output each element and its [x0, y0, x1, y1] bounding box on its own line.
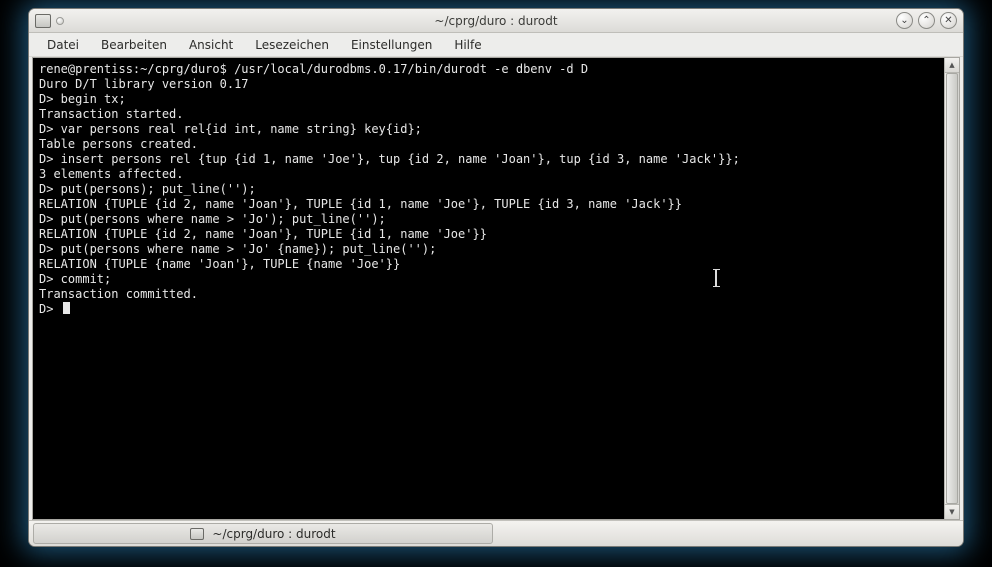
- menubar: Datei Bearbeiten Ansicht Lesezeichen Ein…: [29, 33, 963, 57]
- terminal-window: ~/cprg/duro : durodt ⌄ ⌃ ✕ Datei Bearbei…: [28, 8, 964, 547]
- taskbar-item-label: ~/cprg/duro : durodt: [212, 527, 335, 541]
- menu-view[interactable]: Ansicht: [179, 35, 243, 55]
- scrollbar[interactable]: ▲ ▼: [944, 58, 959, 519]
- window-menu-icon[interactable]: [56, 17, 64, 25]
- text-cursor-icon: [715, 270, 717, 286]
- scroll-down-button[interactable]: ▼: [945, 504, 959, 519]
- menu-file[interactable]: Datei: [37, 35, 89, 55]
- menu-help[interactable]: Hilfe: [444, 35, 491, 55]
- taskbar: ~/cprg/duro : durodt: [29, 520, 963, 546]
- taskbar-item[interactable]: ~/cprg/duro : durodt: [33, 523, 493, 544]
- menu-bookmarks[interactable]: Lesezeichen: [245, 35, 339, 55]
- terminal-icon: [190, 528, 204, 540]
- titlebar[interactable]: ~/cprg/duro : durodt ⌄ ⌃ ✕: [29, 9, 963, 33]
- window-title: ~/cprg/duro : durodt: [434, 14, 557, 28]
- terminal[interactable]: rene@prentiss:~/cprg/duro$ /usr/local/du…: [33, 58, 944, 519]
- app-icon: [35, 14, 51, 28]
- menu-settings[interactable]: Einstellungen: [341, 35, 442, 55]
- scroll-up-button[interactable]: ▲: [945, 58, 959, 73]
- maximize-button[interactable]: ⌃: [918, 12, 935, 29]
- close-button[interactable]: ✕: [940, 12, 957, 29]
- menu-edit[interactable]: Bearbeiten: [91, 35, 177, 55]
- scroll-thumb[interactable]: [946, 73, 958, 504]
- terminal-area: rene@prentiss:~/cprg/duro$ /usr/local/du…: [32, 57, 960, 520]
- minimize-button[interactable]: ⌄: [896, 12, 913, 29]
- scroll-track[interactable]: [945, 73, 959, 504]
